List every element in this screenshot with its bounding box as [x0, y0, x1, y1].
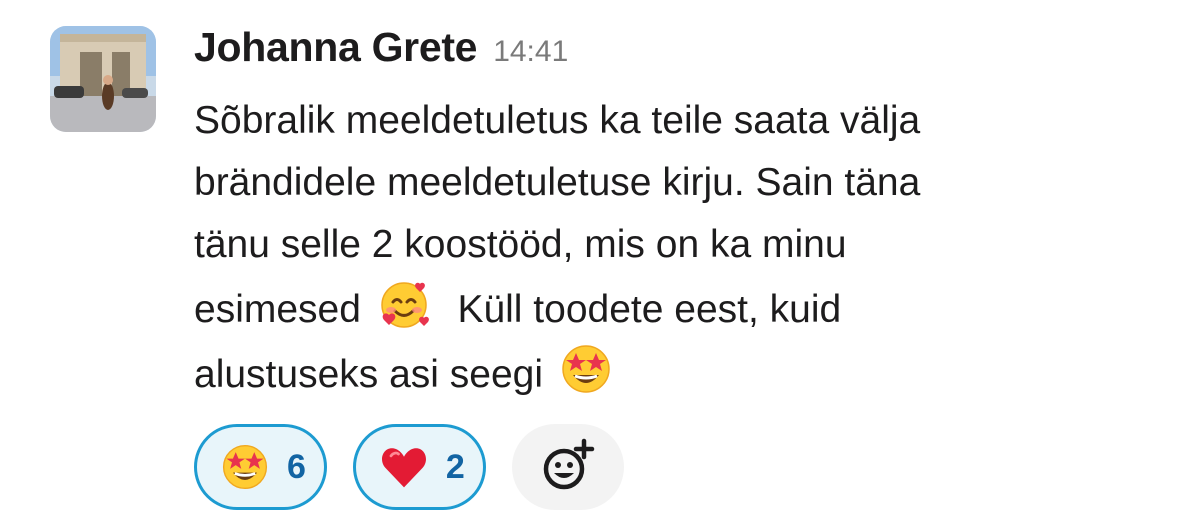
message-header: Johanna Grete 14:41: [194, 24, 1154, 84]
reactions-bar: 6 2: [194, 424, 624, 510]
star-struck-icon: [558, 341, 614, 397]
timestamp[interactable]: 14:41: [493, 35, 568, 69]
message-content: Johanna Grete 14:41 Sõbralik meeldetulet…: [194, 24, 1154, 406]
message-text: Sõbralik meeldetuletus ka teile saata vä…: [194, 90, 1144, 406]
message-line: Sõbralik meeldetuletus ka teile saata vä…: [194, 99, 921, 142]
message-line: brändidele meeldetuletuse kirju. Sain tä…: [194, 161, 921, 204]
smiling-face-with-hearts-icon: [376, 276, 432, 332]
message-line: tänu selle 2 koostööd, mis on ka minu: [194, 223, 847, 266]
add-reaction-button[interactable]: [511, 424, 624, 510]
add-emoji-icon: [538, 435, 598, 500]
author-name[interactable]: Johanna Grete: [194, 24, 477, 71]
reaction-star-struck[interactable]: 6: [194, 424, 327, 510]
avatar[interactable]: [50, 26, 156, 132]
reaction-red-heart[interactable]: 2: [352, 424, 486, 510]
message-line: alustuseks asi seegi: [194, 353, 544, 396]
reaction-count: 2: [445, 447, 465, 486]
message-line: Küll toodete eest, kuid: [457, 288, 842, 331]
heart-icon: [378, 441, 430, 493]
star-struck-icon: [219, 441, 271, 493]
reaction-count: 6: [287, 447, 306, 486]
message-line: esimesed: [194, 288, 361, 331]
